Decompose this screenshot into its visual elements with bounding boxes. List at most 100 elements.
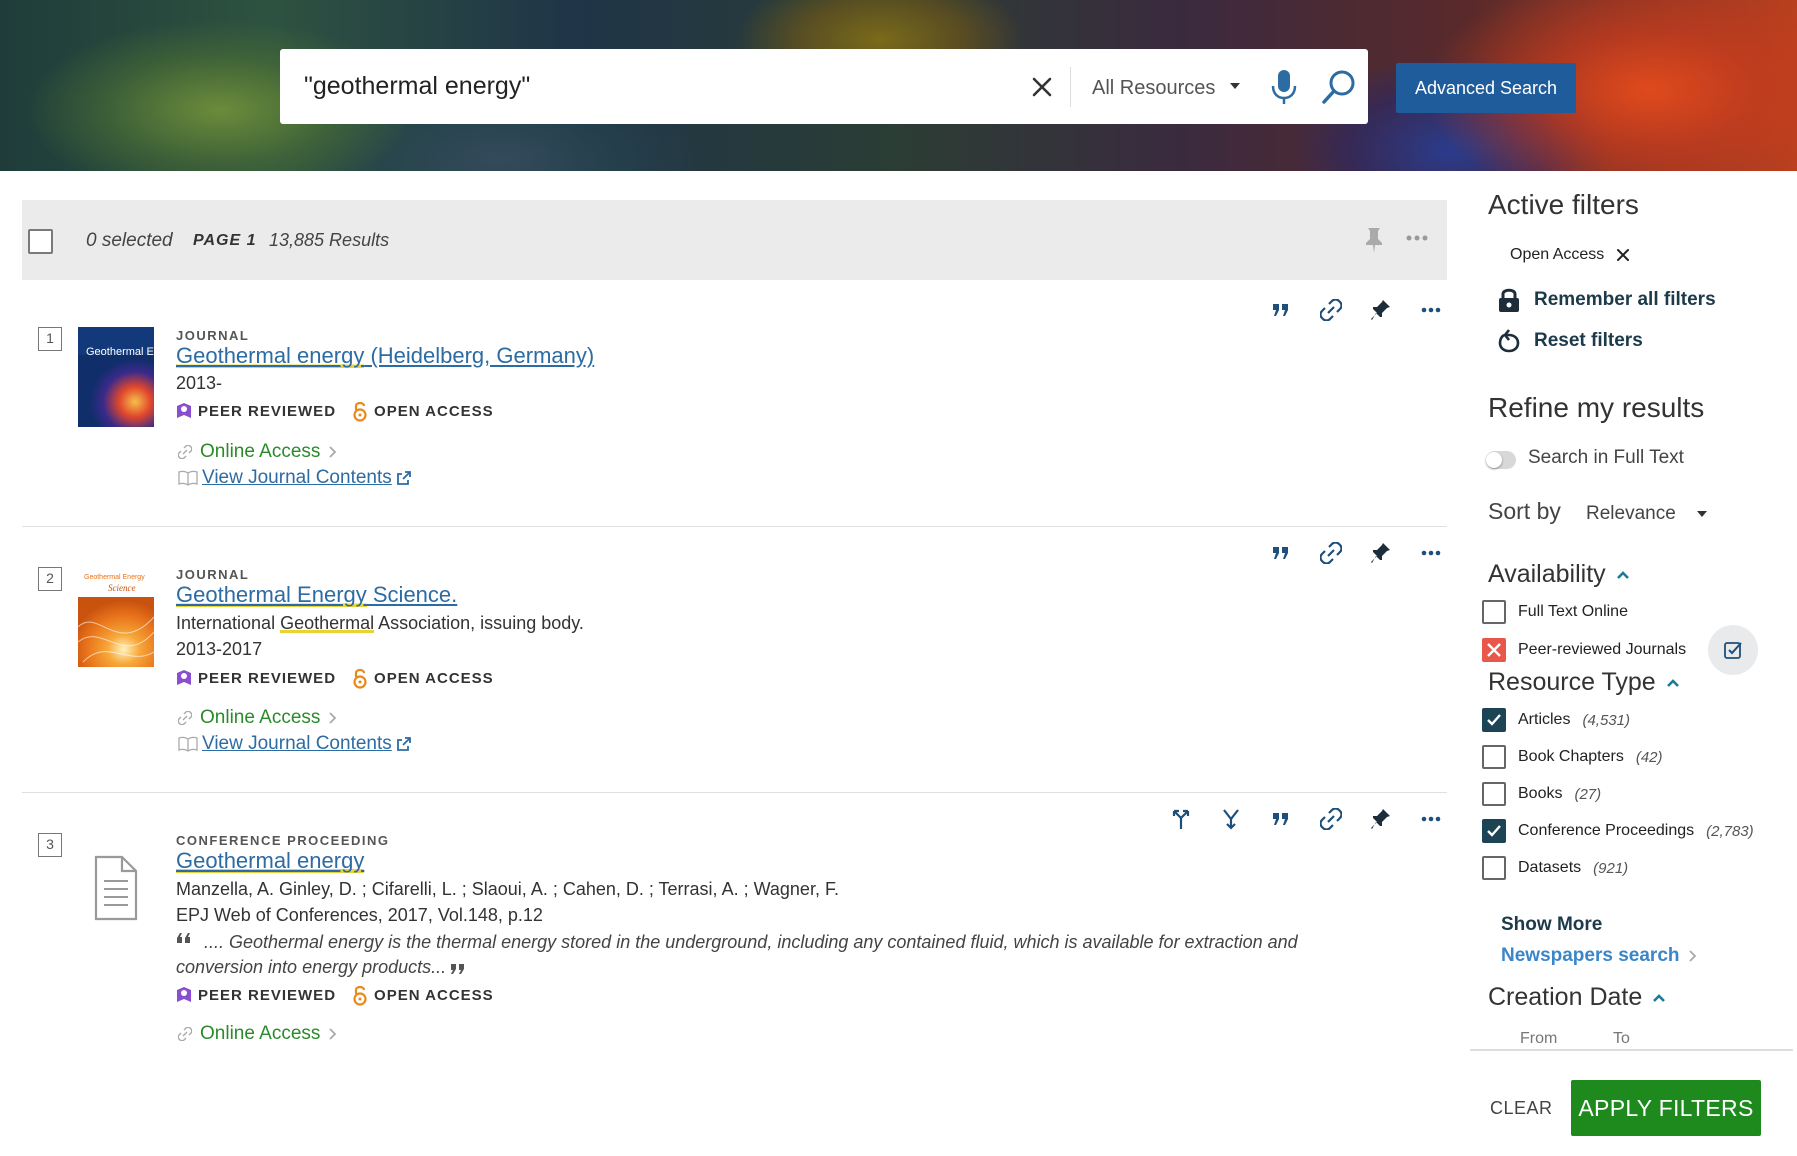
caret-down-icon[interactable] <box>1696 510 1708 518</box>
clear-search-icon[interactable] <box>1024 69 1060 105</box>
facet-count: (2,783) <box>1706 822 1754 840</box>
refine-results-heading: Refine my results <box>1488 392 1705 423</box>
result-title[interactable]: Geothermal Energy Science. <box>176 582 457 608</box>
chevron-up-icon <box>1653 993 1666 1002</box>
result-type: JOURNAL <box>176 328 250 343</box>
facet-count: (921) <box>1593 859 1629 877</box>
facet-books[interactable]: Books (27) <box>1482 781 1601 807</box>
result-item[interactable]: 1 Geothermal Energy JOURNAL Geothermal e… <box>22 281 1447 526</box>
select-all-checkbox[interactable] <box>28 229 53 254</box>
facet-count: (4,531) <box>1582 711 1630 729</box>
cite-quote-icon[interactable] <box>1256 538 1306 568</box>
cover-subtitle: Science <box>108 583 135 593</box>
checkmark-icon <box>1487 825 1501 837</box>
facet-conference-proceedings[interactable]: Conference Proceedings (2,783) <box>1482 818 1754 844</box>
availability-facet-header[interactable]: Availability <box>1488 560 1630 589</box>
facet-checkbox[interactable] <box>1482 600 1506 624</box>
facet-checkbox[interactable] <box>1482 782 1506 806</box>
external-link-icon <box>396 737 411 751</box>
chevron-up-icon <box>1616 570 1629 579</box>
microphone-icon[interactable] <box>1268 67 1300 107</box>
chevron-right-icon <box>329 1028 337 1040</box>
sort-select[interactable]: Relevance <box>1586 503 1676 525</box>
facet-checkbox-checked[interactable] <box>1482 708 1506 732</box>
open-lock-icon <box>353 668 367 689</box>
more-options-icon[interactable] <box>1406 295 1456 325</box>
result-actions <box>1156 804 1456 834</box>
chevron-right-icon <box>1688 950 1696 962</box>
active-filter-chip[interactable]: Open Access <box>1500 240 1640 270</box>
result-actions <box>1256 295 1456 325</box>
facet-checkbox-checked[interactable] <box>1482 819 1506 843</box>
journal-cover-thumbnail[interactable]: Geothermal Energy <box>78 327 154 427</box>
view-journal-contents-link[interactable]: View Journal Contents <box>178 733 412 755</box>
show-more-link[interactable]: Show More <box>1501 914 1602 936</box>
clear-filters-button[interactable]: CLEAR <box>1490 1098 1553 1119</box>
online-access-link[interactable]: Online Access <box>178 707 338 729</box>
facet-book-chapters[interactable]: Book Chapters (42) <box>1482 744 1663 770</box>
full-text-toggle[interactable] <box>1486 451 1516 469</box>
search-divider <box>1070 67 1071 107</box>
peer-reviewed-badge: PEER REVIEWED <box>176 402 336 420</box>
more-options-icon[interactable] <box>1406 804 1456 834</box>
peer-reviewed-icon <box>177 403 191 418</box>
permalink-icon[interactable] <box>1306 804 1356 834</box>
cite-quote-icon[interactable] <box>1256 295 1306 325</box>
quote-close-icon <box>451 964 465 974</box>
facet-articles[interactable]: Articles (4,531) <box>1482 707 1630 733</box>
chevron-right-icon <box>329 712 337 724</box>
more-options-icon[interactable] <box>1406 538 1456 568</box>
result-item[interactable]: 3 CONFERENCE PROCEEDING Geothermal energ… <box>22 793 1447 1056</box>
pin-item-icon[interactable] <box>1356 538 1406 568</box>
result-source: EPJ Web of Conferences, 2017, Vol.148, p… <box>176 905 543 925</box>
full-text-toggle-label: Search in Full Text <box>1528 447 1684 468</box>
online-access-link[interactable]: Online Access <box>178 1023 338 1045</box>
toggle-knob <box>1486 452 1502 468</box>
facet-peer-reviewed-journals[interactable]: Peer-reviewed Journals <box>1482 637 1686 663</box>
newspapers-search-link[interactable]: Newspapers search <box>1501 945 1698 967</box>
peer-reviewed-badge: PEER REVIEWED <box>176 669 336 687</box>
check-square-icon <box>1724 642 1742 659</box>
permalink-icon[interactable] <box>1306 538 1356 568</box>
advanced-search-button[interactable]: Advanced Search <box>1396 63 1576 113</box>
caret-down-icon[interactable] <box>1228 81 1242 91</box>
facet-datasets[interactable]: Datasets (921) <box>1482 855 1628 881</box>
journal-cover-thumbnail[interactable]: Geothermal Energy Science <box>78 567 154 667</box>
pin-icon[interactable] <box>1362 226 1386 254</box>
facet-checkbox[interactable] <box>1482 745 1506 769</box>
more-options-icon[interactable] <box>1405 234 1429 242</box>
open-lock-icon <box>353 401 367 422</box>
pin-item-icon[interactable] <box>1356 295 1406 325</box>
external-link-icon <box>396 471 411 485</box>
result-badges: PEER REVIEWED OPEN ACCESS <box>176 666 494 690</box>
facet-checkbox[interactable] <box>1482 856 1506 880</box>
peer-reviewed-icon <box>177 987 191 1002</box>
citation-trail-citing-icon[interactable] <box>1206 804 1256 834</box>
facet-checkbox-excluded[interactable] <box>1482 638 1506 662</box>
permalink-icon[interactable] <box>1306 295 1356 325</box>
result-title[interactable]: Geothermal energy (Heidelberg, Germany) <box>176 343 594 369</box>
result-number: 1 <box>38 327 62 351</box>
scope-dropdown[interactable]: All Resources <box>1092 49 1215 124</box>
resource-type-facet-header[interactable]: Resource Type <box>1488 668 1680 697</box>
cover-title: Geothermal Energy <box>84 574 145 581</box>
cite-quote-icon[interactable] <box>1256 804 1306 834</box>
pin-item-icon[interactable] <box>1356 804 1406 834</box>
apply-filters-button[interactable]: APPLY FILTERS <box>1571 1080 1761 1136</box>
creation-date-facet-header[interactable]: Creation Date <box>1488 983 1666 1012</box>
search-input[interactable]: "geothermal energy" <box>304 49 530 124</box>
search-icon[interactable] <box>1320 67 1358 107</box>
remove-filter-icon[interactable] <box>1616 248 1630 262</box>
include-filter-button[interactable] <box>1708 625 1758 675</box>
view-journal-contents-link[interactable]: View Journal Contents <box>178 467 412 489</box>
reset-filters-link[interactable]: Reset filters <box>1498 329 1643 353</box>
remember-filters-link[interactable]: Remember all filters <box>1498 287 1716 313</box>
result-title[interactable]: Geothermal energy <box>176 848 365 874</box>
cover-title: Geothermal Energy <box>86 346 154 358</box>
document-icon[interactable] <box>88 853 144 923</box>
facet-full-text-online[interactable]: Full Text Online <box>1482 599 1628 625</box>
online-access-link[interactable]: Online Access <box>178 441 338 463</box>
page-indicator: PAGE 1 <box>193 232 257 249</box>
result-item[interactable]: 2 Geothermal Energy Science JOURNAL Geot… <box>22 527 1447 792</box>
citation-trail-cited-icon[interactable] <box>1156 804 1206 834</box>
